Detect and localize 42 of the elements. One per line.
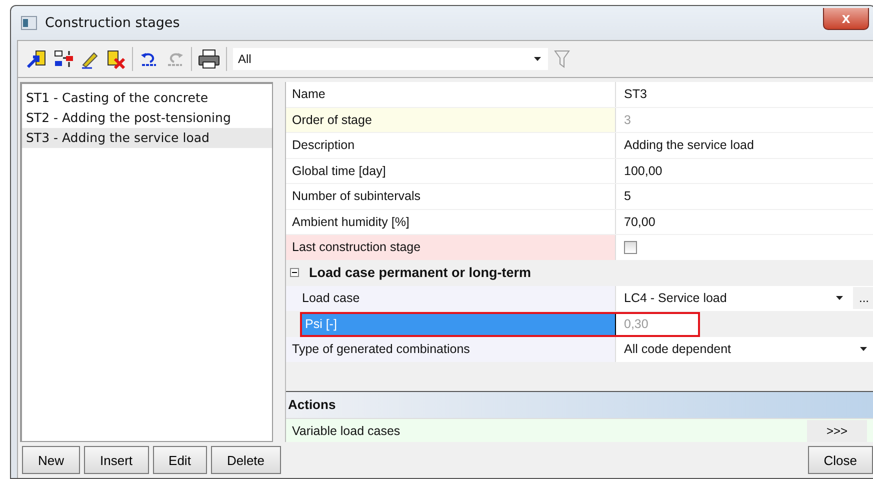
- property-label: Global time [day]: [286, 158, 616, 183]
- property-label: Name: [286, 82, 616, 106]
- checkbox[interactable]: [624, 240, 637, 254]
- dropdown-caret-icon[interactable]: [836, 296, 843, 300]
- dropdown-caret-icon[interactable]: [534, 57, 541, 61]
- window-title: Construction stages: [45, 15, 180, 31]
- move-rows-icon[interactable]: [54, 49, 74, 69]
- property-label: Load case: [286, 286, 616, 310]
- action-button[interactable]: >>>: [807, 420, 867, 442]
- property-label: Number of subintervals: [286, 184, 616, 208]
- property-label: Ambient humidity [%]: [286, 210, 616, 234]
- property-value[interactable]: ST3: [616, 87, 873, 102]
- property-label: Description: [286, 133, 616, 158]
- stage-list-item[interactable]: ST3 - Adding the service load: [22, 128, 272, 148]
- property-value[interactable]: 100,00: [616, 164, 873, 178]
- window-icon: [21, 16, 37, 30]
- property-value[interactable]: Adding the service load: [616, 138, 873, 152]
- stage-list-item[interactable]: ST1 - Casting of the concrete: [22, 88, 272, 108]
- property-value[interactable]: All code dependent: [616, 342, 860, 356]
- ellipsis-button[interactable]: ...: [853, 287, 873, 310]
- stage-list-item[interactable]: ST2 - Adding the post-tensioning: [22, 108, 272, 128]
- property-value[interactable]: 5: [616, 189, 873, 204]
- delete-table-icon[interactable]: [106, 49, 126, 69]
- property-label: Type of generated combinations: [286, 337, 616, 362]
- printer-icon[interactable]: [198, 49, 220, 69]
- dialog-button[interactable]: New: [22, 446, 80, 474]
- filter-dropdown[interactable]: All: [233, 48, 548, 70]
- dropdown-caret-icon[interactable]: [860, 347, 867, 352]
- actions-header: Actions: [286, 391, 873, 418]
- property-label: Order of stage: [286, 108, 616, 132]
- property-label: Last construction stage: [286, 235, 616, 260]
- property-value[interactable]: LC4 - Service load: [616, 291, 836, 306]
- close-dialog-button[interactable]: Close: [808, 446, 873, 474]
- property-label: Psi [-]: [300, 312, 616, 336]
- group-heading: Load case permanent or long-term: [309, 265, 532, 280]
- dialog-button[interactable]: Delete: [210, 446, 281, 474]
- property-value[interactable]: 70,00: [616, 214, 873, 229]
- action-label: Variable load cases: [291, 424, 402, 438]
- dialog-button[interactable]: Insert: [84, 446, 149, 474]
- insert-arrow-icon[interactable]: [26, 49, 48, 69]
- collapse-icon[interactable]: [290, 268, 299, 278]
- dialog-button[interactable]: Edit: [152, 446, 207, 474]
